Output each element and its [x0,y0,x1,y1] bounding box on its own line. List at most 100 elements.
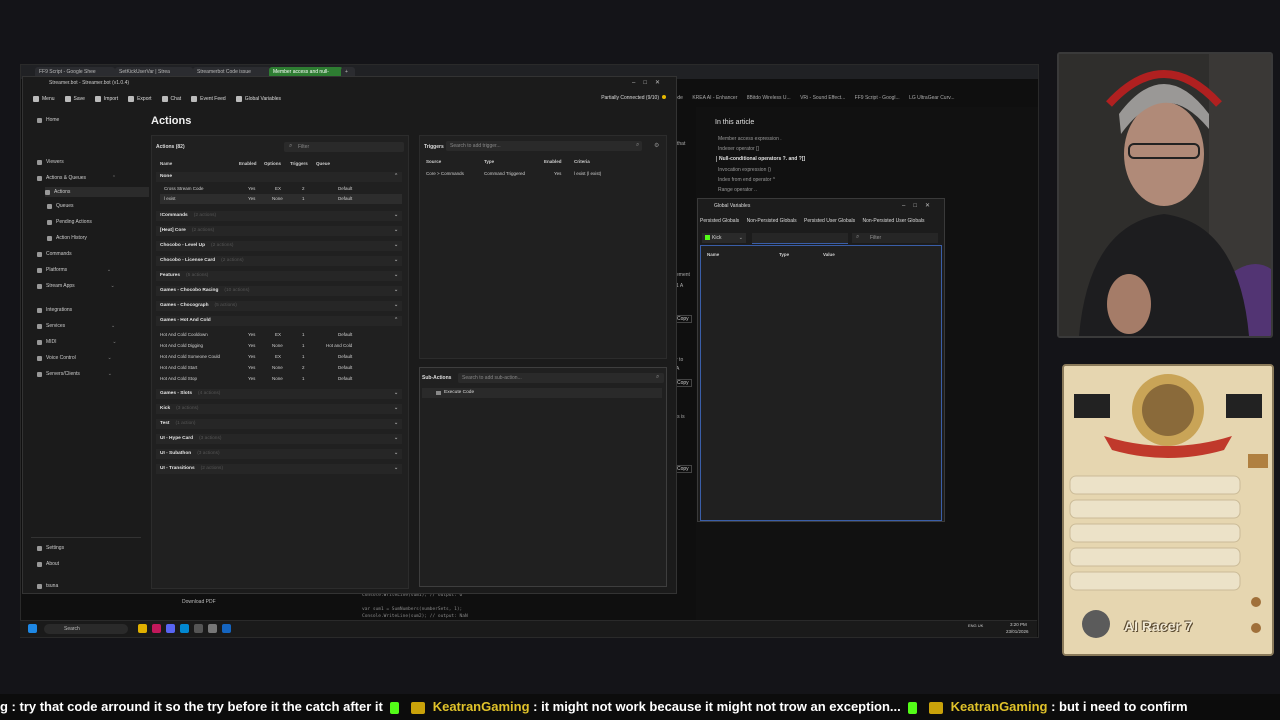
action-group[interactable]: Games - Chocobo Racing (10 actions) ⌄ [156,286,402,296]
platform-select[interactable]: Kick ⌄ [702,233,746,243]
sidebar-user[interactable]: tsuna [37,583,58,589]
action-group[interactable]: Kick (3 actions) ⌄ [156,404,402,414]
col-enabled[interactable]: Enabled [239,161,257,166]
gv-name-input[interactable] [752,233,848,244]
sidebar-item-commands[interactable]: Commands [37,251,72,257]
chat-button[interactable]: Chat [161,96,181,102]
col-type[interactable]: Type [779,252,789,257]
telegram-icon[interactable] [180,624,189,633]
action-group[interactable]: Games - Slots (4 actions) ⌄ [156,389,402,399]
bookmark[interactable]: VRi - Sound Effect... [800,95,845,101]
tab-persisted-globals[interactable]: Persisted Globals [700,218,739,224]
sidebar-item-midi[interactable]: MIDI ⌄ [37,339,117,345]
action-group[interactable]: Test (1 action) ⌄ [156,419,402,429]
col-value[interactable]: Value [823,252,835,257]
action-group[interactable]: Games - Chocograph (5 actions) ⌄ [156,301,402,311]
col-triggers[interactable]: Triggers [290,161,308,166]
sidebar-item-voice-control[interactable]: Voice Control ⌄ [37,355,112,361]
action-group[interactable]: None ⌃ [156,172,402,182]
clock-date[interactable]: 23/01/2026 [1006,629,1029,634]
window-controls[interactable]: –□✕ [902,202,938,209]
sidebar-item-settings[interactable]: Settings [37,545,64,551]
save-button[interactable]: Save [64,96,85,102]
event-feed-button[interactable]: Event Feed [191,96,226,102]
action-group[interactable]: Chocobo - License Card (2 actions) ⌄ [156,256,402,266]
action-group[interactable]: Features (5 actions) ⌄ [156,271,402,281]
app-icon[interactable] [208,624,217,633]
doc-toc-link[interactable]: Invocation expression () [718,167,771,173]
clock-time[interactable]: 3:20 PM [1010,622,1027,627]
col-queue[interactable]: Queue [316,161,330,166]
action-row-selected[interactable]: l exist Yes None 1 Default [160,194,402,204]
download-pdf-link[interactable]: Download PDF [182,599,216,605]
action-group[interactable]: UI - Subathon (3 actions) ⌄ [156,449,402,459]
discord-icon[interactable] [166,624,175,633]
action-row[interactable]: Hot And Cold Digging Yes None 1 Hot and Cold [160,341,402,351]
col-criteria[interactable]: Criteria [574,159,590,164]
doc-toc-link-active[interactable]: Null-conditional operators ?. and ?[] [716,156,805,162]
sidebar-item-services[interactable]: Services ⌄ [37,323,115,329]
sidebar-item-platforms[interactable]: Platforms ⌄ [37,267,111,273]
sidebar-item-servers-clients[interactable]: Servers/Clients ⌄ [37,371,112,377]
sidebar-item-actions-queues[interactable]: Actions & Queues ⌃ [37,175,116,181]
col-enabled[interactable]: Enabled [544,159,562,164]
taskbar-search[interactable]: Search [44,624,128,634]
col-source[interactable]: Source [426,159,441,164]
language-indicator[interactable]: ENG UK [968,623,988,628]
col-name[interactable]: Name [160,161,172,166]
doc-toc-link[interactable]: Indexer operator [] [718,146,759,152]
obs-icon[interactable] [194,624,203,633]
bookmark[interactable]: KREA AI - Enhancer [692,95,737,101]
action-group[interactable]: !Commands (2 actions) ⌄ [156,211,402,221]
action-row[interactable]: Cross Stream Code Yes EX 2 Default [160,184,402,194]
tab-persisted-user-globals[interactable]: Persisted User Globals [804,218,855,224]
action-group[interactable]: Games - Hot And Cold ⌃ [156,316,402,326]
action-row[interactable]: Hot And Cold Someone Could Yes EX 1 Default [160,352,402,362]
action-group[interactable]: UI - Hype Card (3 actions) ⌄ [156,434,402,444]
gv-filter-input[interactable]: Filter [852,233,938,243]
sidebar-item-integrations[interactable]: Integrations [37,307,72,313]
col-name[interactable]: Name [707,252,719,257]
doc-toc-link[interactable]: Member access expression . [718,136,782,142]
sidebar-item-actions[interactable]: Actions [45,187,149,197]
sidebar-item-pending-actions[interactable]: Pending Actions [47,219,92,225]
streamerbot-icon[interactable] [222,624,231,633]
bookmark[interactable]: FF9 Script - Googl... [855,95,900,101]
doc-toc-link[interactable]: Range operator .. [718,187,757,193]
trigger-row[interactable]: Core > Commands Command Triggered Yes l exi… [422,169,662,179]
export-button[interactable]: Export [128,96,152,102]
action-row[interactable]: Hot And Cold Cooldown Yes EX 1 Default [160,330,402,340]
tab-non-persisted-user-globals[interactable]: Non-Persisted User Globals [863,218,925,224]
import-button[interactable]: Import [94,96,118,102]
trigger-search-input[interactable]: Search to add trigger... [446,141,642,151]
sidebar-item-stream-apps[interactable]: Stream Apps ⌄ [37,283,115,289]
sidebar-item-home[interactable]: Home [37,117,59,123]
bookmark[interactable]: 8Bitdo Wireless U... [747,95,791,101]
sidebar-item-queues[interactable]: Queues [47,203,74,209]
folder-icon[interactable] [138,624,147,633]
col-type[interactable]: Type [484,159,494,164]
sidebar-item-viewers[interactable]: Viewers [37,159,64,165]
app-icon[interactable] [152,624,161,633]
action-group[interactable]: UI - Transitions (2 actions) ⌄ [156,464,402,474]
col-options[interactable]: Options [264,161,281,166]
subaction-item[interactable]: Execute Code [422,388,662,398]
subaction-search-input[interactable]: Search to add sub-action... [458,373,664,383]
tab-non-persisted-globals[interactable]: Non-Persisted Globals [747,218,797,224]
bookmark[interactable]: LG UltraGear Curv... [909,95,954,101]
global-variables-button[interactable]: Global Variables [235,96,281,102]
action-group[interactable]: [Heat] Core (2 actions) ⌄ [156,226,402,236]
actions-filter-input[interactable]: Filter [284,142,404,152]
crown-badge-icon [411,701,426,714]
action-group[interactable]: Chocobo - Level Up (2 actions) ⌄ [156,241,402,251]
action-row[interactable]: Hot And Cold Start Yes None 2 Default [160,363,402,373]
start-icon[interactable] [28,624,37,633]
action-row[interactable]: Hot And Cold Stop Yes None 1 Default [160,374,402,384]
sidebar-item-about[interactable]: About [37,561,59,567]
settings-icon[interactable]: ⚙ [654,142,659,149]
menu-button[interactable]: Menu [33,96,55,102]
window-controls[interactable]: –□✕ [632,79,668,86]
sidebar-item-action-history[interactable]: Action History [47,235,87,241]
doc-toc-link[interactable]: Index from end operator ^ [718,177,775,183]
connection-status[interactable]: Partially Connected (9/10) [601,95,666,101]
